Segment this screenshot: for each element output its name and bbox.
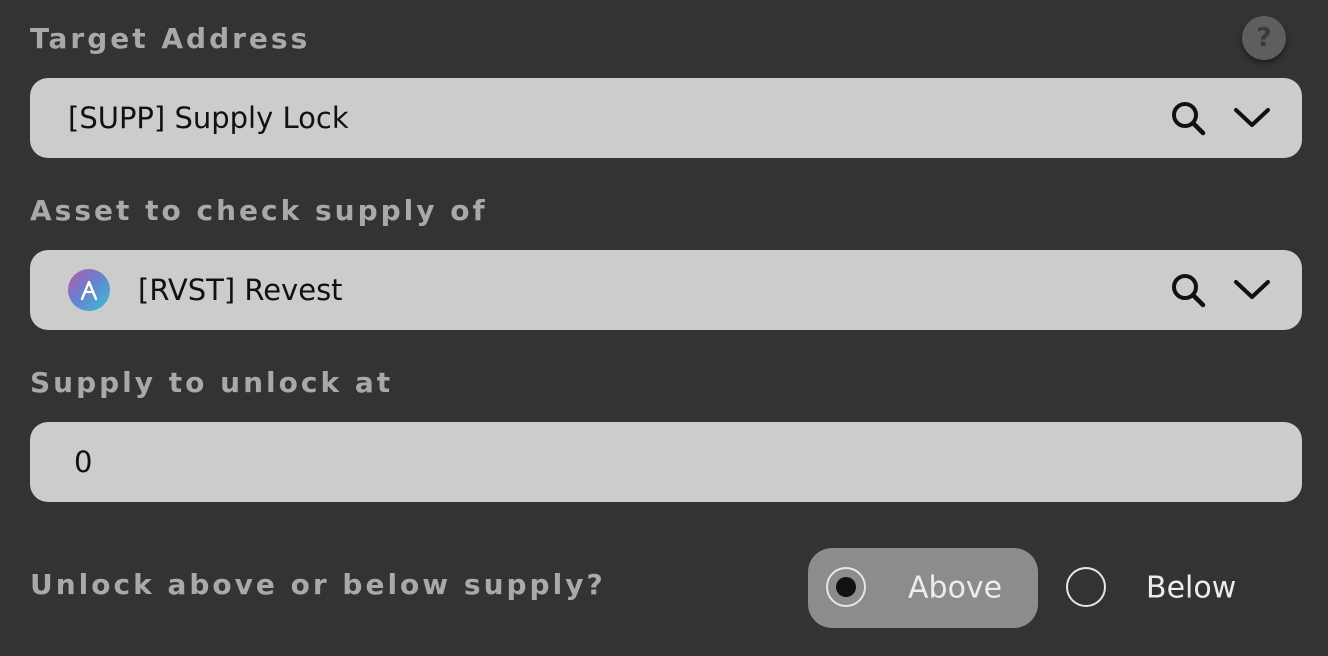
target-address-value: [SUPP] Supply Lock [68,101,349,135]
supply-input[interactable]: 0 [30,422,1302,502]
target-address-select[interactable]: [SUPP] Supply Lock [30,78,1302,158]
help-symbol: ? [1256,23,1272,53]
radio-selected-dot [836,577,856,597]
radio-button-above[interactable] [826,567,866,607]
target-address-label: Target Address [30,22,311,55]
radio-option-above[interactable]: Above [808,548,1038,628]
supply-lock-form: Target Address ? [SUPP] Supply Lock Asse… [0,0,1328,656]
search-icon[interactable] [1168,98,1208,138]
radio-label-above: Above [908,570,1003,606]
asset-value: [RVST] Revest [138,273,343,307]
asset-label: Asset to check supply of [30,194,488,227]
supply-label: Supply to unlock at [30,366,394,399]
asset-actions [1168,270,1272,310]
asset-select[interactable]: [RVST] Revest [30,250,1302,330]
radio-button-below[interactable] [1066,567,1106,607]
direction-question: Unlock above or below supply? [30,568,606,601]
radio-label-below: Below [1146,570,1237,606]
chevron-down-icon[interactable] [1232,270,1272,310]
chevron-down-icon[interactable] [1232,98,1272,138]
supply-value: 0 [74,445,93,479]
search-icon[interactable] [1168,270,1208,310]
target-address-actions [1168,98,1272,138]
revest-logo-icon [68,269,110,311]
radio-option-below[interactable]: Below [1048,548,1288,628]
help-icon[interactable]: ? [1242,16,1286,60]
